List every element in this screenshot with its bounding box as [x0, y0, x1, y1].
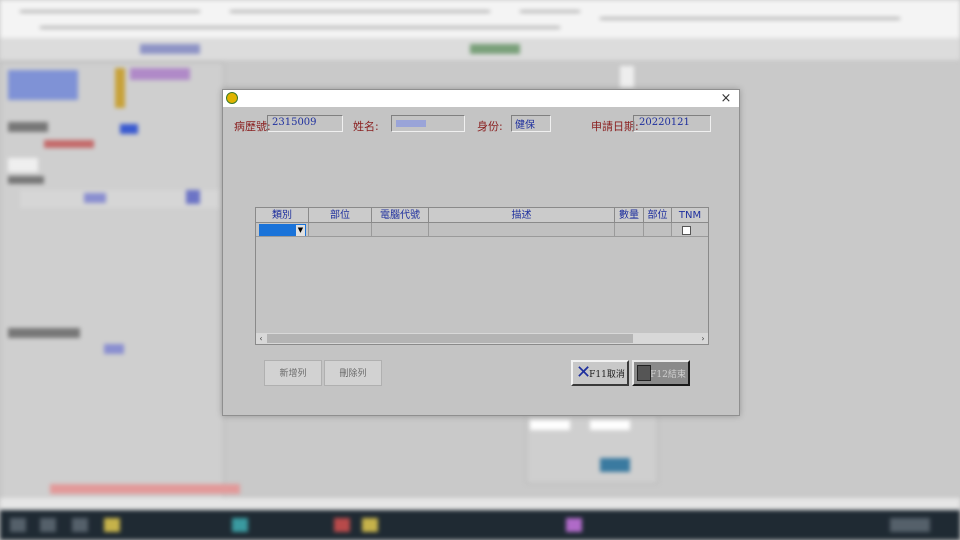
cancel-button[interactable]: ✕ F11取消: [571, 360, 629, 386]
scroll-thumb[interactable]: [267, 334, 633, 343]
identity-value: 健保: [515, 120, 535, 131]
background-tabstrip: [0, 38, 960, 60]
background-menubar: [0, 0, 960, 38]
taskbar: [0, 510, 960, 540]
add-row-button[interactable]: 新增列: [264, 360, 322, 386]
scroll-left-button[interactable]: ‹: [256, 333, 266, 344]
grid-cell-description[interactable]: [429, 223, 615, 237]
grid-header: 類別 部位 電腦代號 描述 數量 部位 TNM: [256, 208, 708, 223]
grid-cell-computer-code[interactable]: [372, 223, 429, 237]
grid-cell-quantity[interactable]: [615, 223, 644, 237]
tnm-checkbox[interactable]: [682, 226, 691, 235]
column-header-computer-code[interactable]: 電腦代號: [372, 208, 429, 223]
name-label: 姓名:: [353, 120, 379, 133]
column-header-site[interactable]: 部位: [309, 208, 372, 223]
order-grid[interactable]: 類別 部位 電腦代號 描述 數量 部位 TNM ▼ ‹ ›: [255, 207, 709, 345]
cancel-x-icon: ✕: [576, 362, 592, 383]
name-value-redacted: [396, 120, 426, 127]
chart-no-label: 病歷號:: [234, 120, 271, 133]
delete-row-button[interactable]: 刪除列: [324, 360, 382, 386]
background-statusbar: [0, 498, 960, 510]
column-header-category[interactable]: 類別: [256, 208, 309, 223]
name-field[interactable]: [391, 115, 465, 132]
date-value: 20220121: [639, 117, 690, 128]
category-dropdown[interactable]: ▼: [259, 224, 306, 236]
identity-label: 身份:: [477, 120, 503, 133]
date-label: 申請日期:: [591, 120, 639, 133]
column-header-description[interactable]: 描述: [429, 208, 615, 223]
column-header-site-2[interactable]: 部位: [644, 208, 672, 223]
chevron-down-icon[interactable]: ▼: [296, 225, 305, 236]
finish-button-label: F12結束: [650, 370, 686, 380]
computer-icon: [637, 365, 651, 381]
grid-cell-tnm[interactable]: [672, 223, 708, 237]
dialog-titlebar: ×: [223, 90, 739, 107]
scroll-right-button[interactable]: ›: [698, 333, 708, 344]
application-form-dialog: × 病歷號: 2315009 姓名: 身份: 健保 申請日期: 20220121…: [222, 89, 740, 416]
column-header-quantity[interactable]: 數量: [615, 208, 644, 223]
app-icon: [226, 92, 238, 104]
grid-cell-category[interactable]: ▼: [256, 223, 309, 237]
finish-button[interactable]: F12結束: [632, 360, 690, 386]
horizontal-scrollbar[interactable]: ‹ ›: [256, 333, 708, 344]
cancel-button-label: F11取消: [589, 370, 625, 380]
close-button[interactable]: ×: [719, 90, 733, 107]
column-header-tnm[interactable]: TNM: [672, 208, 708, 223]
grid-cell-site-2[interactable]: [644, 223, 672, 237]
grid-cell-site[interactable]: [309, 223, 372, 237]
chart-no-value: 2315009: [272, 117, 317, 128]
